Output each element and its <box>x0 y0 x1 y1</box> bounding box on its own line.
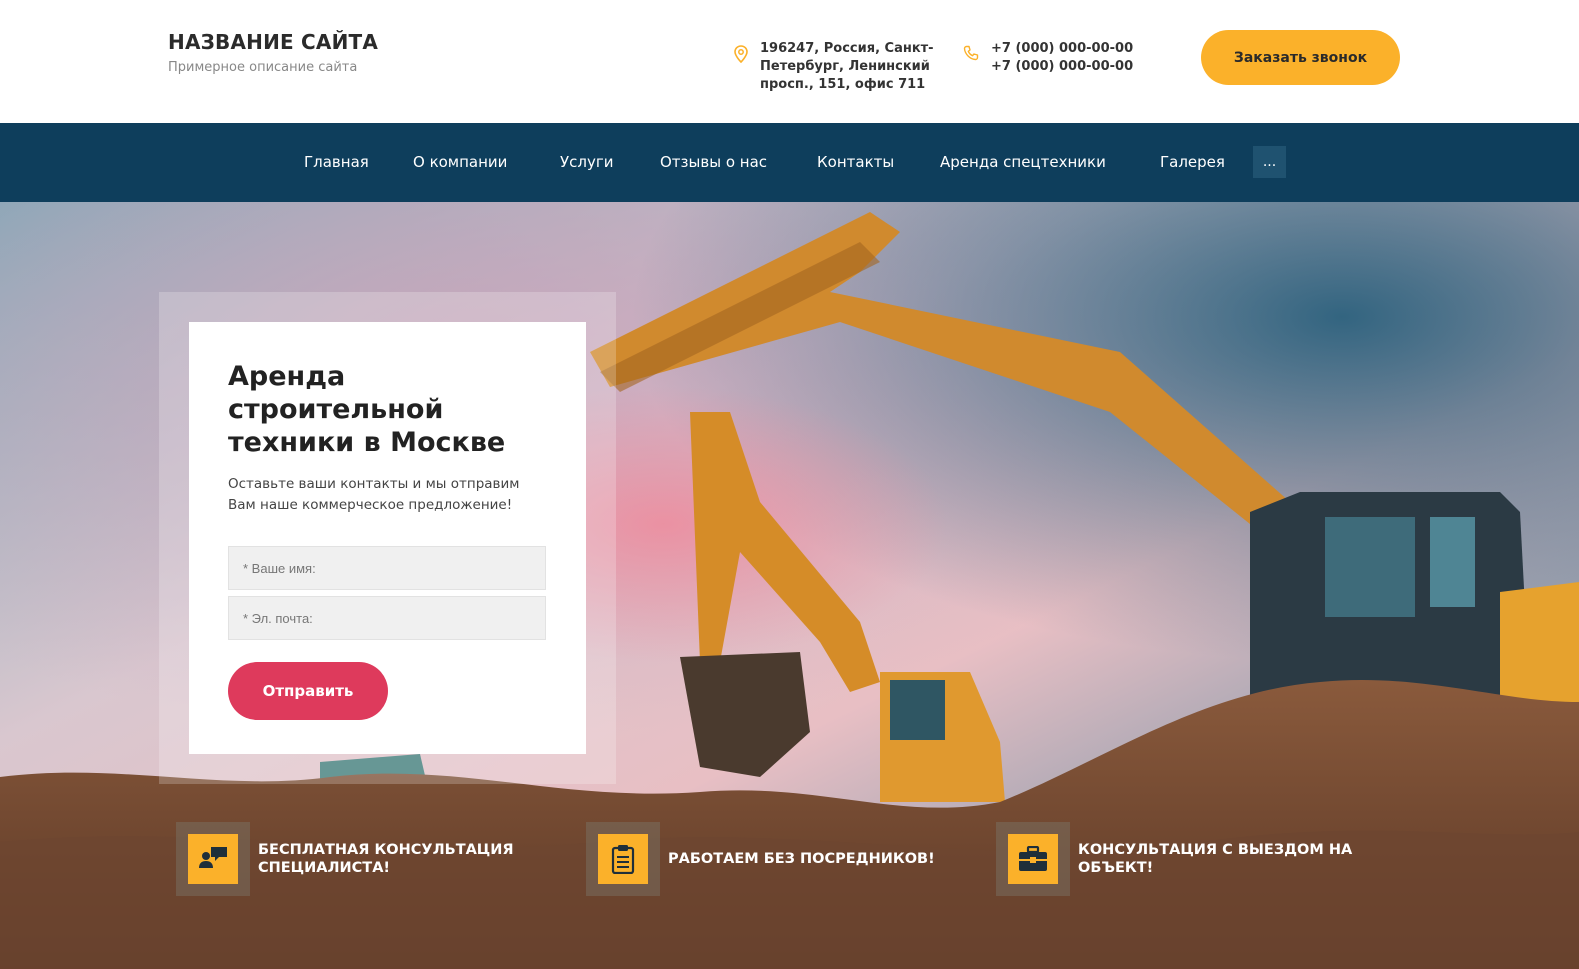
form-subtitle: Оставьте ваши контакты и мы отправим Вам… <box>228 476 520 513</box>
feature-item: КОНСУЛЬТАЦИЯ С ВЫЕЗДОМ НА ОБЪЕКТ! <box>996 822 1352 896</box>
address-line: просп., 151, офис 711 <box>760 77 926 92</box>
site-description: Примерное описание сайта <box>168 60 358 75</box>
feature-text-line: СПЕЦИАЛИСТА! <box>258 860 391 876</box>
site-header: НАЗВАНИЕ САЙТА Примерное описание сайта … <box>0 0 1579 123</box>
address: 196247, Россия, Санкт- Петербург, Ленинс… <box>760 40 940 94</box>
feature-item: РАБОТАЕМ БЕЗ ПОСРЕДНИКОВ! <box>586 822 935 896</box>
form-title: Аренда строительной техники в Москве <box>228 361 506 458</box>
clipboard-icon <box>598 834 648 884</box>
phone-icon <box>963 45 979 61</box>
feature-text-line: БЕСПЛАТНАЯ КОНСУЛЬТАЦИЯ <box>258 842 514 858</box>
lead-form: Аренда строительной техники в Москве Ост… <box>189 322 586 754</box>
nav-more-button[interactable]: ... <box>1253 146 1286 178</box>
chat-consultation-icon <box>188 834 238 884</box>
nav-item-contacts[interactable]: Контакты <box>817 153 894 171</box>
feature-item: БЕСПЛАТНАЯ КОНСУЛЬТАЦИЯ СПЕЦИАЛИСТА! <box>176 822 514 896</box>
nav-item-home[interactable]: Главная <box>304 153 369 171</box>
map-pin-icon <box>734 45 748 63</box>
phone-numbers: +7 (000) 000-00-00 +7 (000) 000-00-00 <box>991 40 1133 76</box>
nav-item-reviews[interactable]: Отзывы о нас <box>660 153 767 171</box>
feature-text: РАБОТАЕМ БЕЗ ПОСРЕДНИКОВ! <box>668 850 935 868</box>
feature-text-line: РАБОТАЕМ БЕЗ ПОСРЕДНИКОВ! <box>668 851 935 867</box>
address-line: Петербург, Ленинский <box>760 59 930 74</box>
feature-icon-frame <box>176 822 250 896</box>
phone-number[interactable]: +7 (000) 000-00-00 <box>991 58 1133 76</box>
nav-item-gallery[interactable]: Галерея <box>1160 153 1225 171</box>
main-nav: Главная О компании Услуги Отзывы о нас К… <box>0 123 1579 202</box>
email-input[interactable]: * Эл. почта: <box>228 596 546 640</box>
address-line: 196247, Россия, Санкт- <box>760 41 934 56</box>
feature-text-line: КОНСУЛЬТАЦИЯ С ВЫЕЗДОМ НА <box>1078 842 1353 858</box>
nav-item-about[interactable]: О компании <box>413 153 507 171</box>
site-title[interactable]: НАЗВАНИЕ САЙТА <box>168 30 378 54</box>
briefcase-icon <box>1008 834 1058 884</box>
feature-icon-frame <box>586 822 660 896</box>
nav-item-services[interactable]: Услуги <box>560 153 613 171</box>
nav-item-rental[interactable]: Аренда спецтехники <box>940 153 1106 171</box>
feature-text: КОНСУЛЬТАЦИЯ С ВЫЕЗДОМ НА ОБЪЕКТ! <box>1078 841 1352 877</box>
feature-text: БЕСПЛАТНАЯ КОНСУЛЬТАЦИЯ СПЕЦИАЛИСТА! <box>258 841 514 877</box>
submit-button[interactable]: Отправить <box>228 662 388 720</box>
order-call-button[interactable]: Заказать звонок <box>1201 30 1400 85</box>
feature-icon-frame <box>996 822 1070 896</box>
name-input[interactable]: * Ваше имя: <box>228 546 546 590</box>
feature-text-line: ОБЪЕКТ! <box>1078 860 1154 876</box>
phone-number[interactable]: +7 (000) 000-00-00 <box>991 40 1133 58</box>
